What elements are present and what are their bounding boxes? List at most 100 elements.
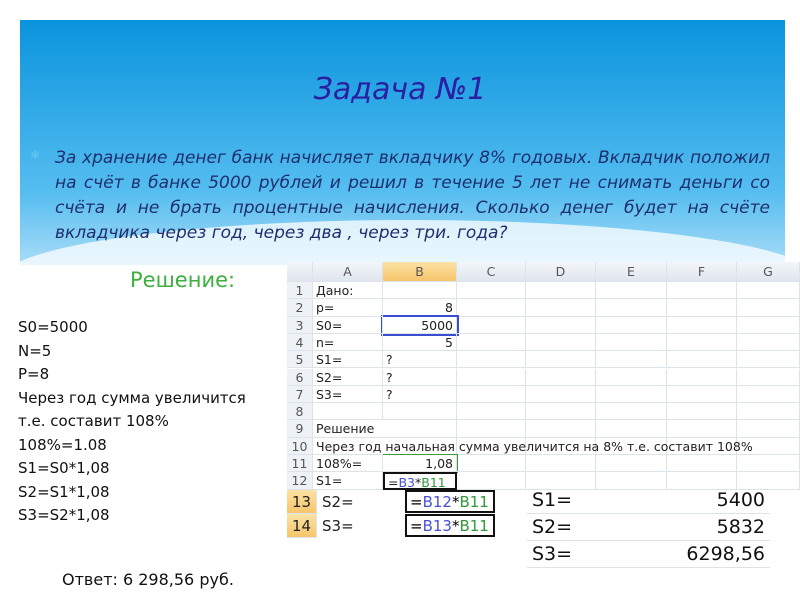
cell [526, 403, 596, 421]
cell [667, 403, 737, 421]
cell [667, 385, 737, 404]
cell [457, 368, 526, 386]
cell [457, 333, 526, 352]
cell [457, 316, 526, 334]
result-value: 5400 [716, 489, 765, 511]
cell [457, 455, 526, 473]
cell-a: S0= [313, 316, 383, 334]
cell [737, 316, 800, 334]
cell [596, 316, 667, 334]
cell [596, 351, 667, 369]
cell [737, 455, 800, 473]
solution-line: т.е. составит 108% [18, 412, 169, 430]
row-number: 12 [287, 472, 313, 490]
cell-b: 5000 [381, 314, 459, 336]
row-number: 11 [287, 455, 313, 473]
cell [526, 282, 596, 300]
cell [667, 351, 737, 369]
cell [596, 403, 667, 421]
cell-b: ? [383, 368, 457, 386]
cell [737, 368, 800, 386]
corner-cell [287, 262, 313, 282]
cell-a: S3= [313, 385, 383, 404]
solution-line: S2=S1*1,08 [18, 482, 110, 501]
cell [457, 472, 526, 490]
row-number: 4 [287, 333, 313, 352]
cell-a: S3= [322, 517, 354, 535]
row-number: 14 [287, 514, 317, 538]
spreadsheet: A B C D E F G 1 Дано: 2 p= 8 3 S0= 5000 4 n= 5 5 S1=? 6 S2=? 7… [287, 262, 800, 491]
row-number: 1 [287, 282, 313, 300]
cell [737, 299, 800, 317]
cell [526, 299, 596, 317]
cell [737, 385, 800, 404]
row-number: 8 [287, 403, 313, 421]
formula-part: = [410, 517, 423, 535]
formula-part: B11 [459, 493, 489, 511]
cell [526, 420, 596, 438]
cell-b: ? [383, 351, 457, 369]
answer: Ответ: 6 298,56 руб. [62, 570, 234, 589]
cell-a: p= [313, 299, 383, 317]
result-value: 5832 [716, 516, 765, 538]
cell [526, 351, 596, 369]
cell [457, 385, 526, 404]
cell-b: 8 [383, 299, 457, 317]
column-header: G [737, 262, 800, 282]
cell-b: ? [383, 385, 457, 404]
cell [667, 455, 737, 473]
cell [667, 282, 737, 300]
formula-cell: =B3*B11 [383, 472, 457, 491]
cell-b [383, 282, 457, 300]
cell-a: Дано: [313, 282, 383, 300]
cell [457, 282, 526, 300]
cell-b [383, 420, 457, 438]
result-label: S3= [532, 543, 573, 565]
cell [737, 351, 800, 369]
solution-line: S1=S0*1,08 [18, 459, 110, 477]
cell [596, 455, 667, 473]
formula-part: B13 [422, 517, 452, 535]
result-label: S1= [532, 489, 573, 511]
cell [737, 420, 800, 438]
formula-part: B11 [459, 517, 489, 535]
solution-line: S3=S2*1,08 [18, 506, 110, 524]
cell-a: 108%= [313, 455, 383, 473]
row-number: 10 [287, 437, 313, 455]
cell [667, 333, 737, 352]
result-row: S1= 5400 [527, 487, 770, 514]
cell [457, 403, 526, 421]
cell-a: Через год начальная сумма увеличится на … [313, 438, 753, 455]
cell [526, 368, 596, 386]
cell [737, 282, 800, 300]
cell-a: S1= [313, 472, 383, 490]
cell [457, 351, 526, 369]
solution-line: Через год сумма увеличится [18, 388, 246, 407]
result-row: S2= 5832 [527, 514, 770, 541]
problem-text: За хранение денег банк начисляет вкладчи… [55, 148, 770, 243]
cell [457, 420, 526, 438]
formula-part: B12 [422, 493, 452, 511]
row-number: 13 [287, 490, 317, 514]
cell [526, 455, 596, 473]
column-header: C [457, 262, 526, 282]
solution-line: N=5 [18, 341, 52, 360]
formula-cell: =B13*B11 [405, 514, 495, 537]
result-label: S2= [532, 516, 573, 538]
results-table: S1= 5400 S2= 5832 S3= 6298,56 [527, 487, 770, 568]
result-row: S3= 6298,56 [527, 541, 770, 568]
cell [596, 368, 667, 386]
cell [667, 316, 737, 334]
formula-part: = [410, 493, 423, 511]
slide-title: Задача №1 [313, 72, 487, 107]
solution-line: P=8 [18, 365, 50, 383]
row-number: 9 [287, 420, 313, 438]
cell [526, 385, 596, 404]
cell [596, 385, 667, 404]
solution-line: S0=5000 [18, 318, 88, 336]
cell-a: n= [313, 333, 383, 352]
solution-line: 108%=1.08 [18, 435, 107, 454]
cell [667, 368, 737, 386]
cell-a [313, 403, 383, 421]
column-header: B [383, 262, 457, 282]
